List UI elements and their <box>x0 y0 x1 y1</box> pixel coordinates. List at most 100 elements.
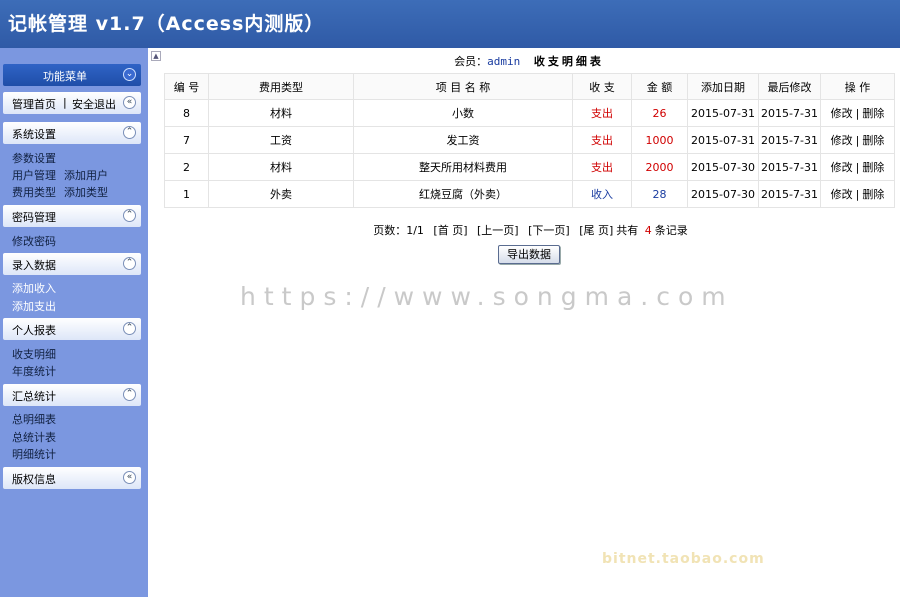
menu-title: 功能菜单 <box>43 70 87 83</box>
sidebar-item-add-income[interactable]: 添加收入 <box>12 280 56 296</box>
logout-link[interactable]: 安全退出 <box>72 96 116 112</box>
top-links-bar: 管理首页 | 安全退出 « <box>3 92 141 114</box>
last-page-link[interactable]: [尾 页] <box>579 224 613 237</box>
cell-kind: 支出 <box>572 99 632 127</box>
app-header: 记帐管理 v1.7（Access内测版） <box>0 0 900 48</box>
page-count: 页数：1/1 <box>373 224 424 237</box>
sidebar-item-users[interactable]: 用户管理 <box>12 167 56 183</box>
group-data-entry[interactable]: 录入数据 ⌃ <box>3 253 141 275</box>
action-divider: | <box>855 107 860 120</box>
edit-link[interactable]: 修改 <box>831 132 853 148</box>
next-page-link[interactable]: [下一页] <box>528 224 570 237</box>
cell-added: 2015-07-30 <box>687 153 759 181</box>
cell-added: 2015-07-31 <box>687 99 759 127</box>
cell-name: 红烧豆腐（外卖） <box>353 180 573 208</box>
chevron-up-icon[interactable]: ⌃ <box>123 126 136 139</box>
cell-type: 材料 <box>208 99 354 127</box>
table-row: 1 外卖 红烧豆腐（外卖） 收入 28 2015-07-30 2015-7-31… <box>164 180 895 208</box>
prev-page-link[interactable]: [上一页] <box>477 224 519 237</box>
chevron-up-icon[interactable]: ⌃ <box>123 388 136 401</box>
col-actions: 操 作 <box>820 73 895 100</box>
sidebar-menu-header[interactable]: 功能菜单 ⌄ <box>3 64 141 86</box>
sidebar-item-add-type[interactable]: 添加类型 <box>64 184 108 200</box>
chevron-up-icon[interactable]: ⌃ <box>123 209 136 222</box>
col-added: 添加日期 <box>687 73 759 100</box>
sidebar: 功能菜单 ⌄ 管理首页 | 安全退出 « 系统设置 ⌃ 参数设置 用户管理 添加… <box>0 48 148 597</box>
cell-modified: 2015-7-31 <box>758 180 821 208</box>
username: admin <box>487 55 521 68</box>
delete-link[interactable]: 删除 <box>862 132 884 148</box>
group-title: 汇总统计 <box>12 390 56 403</box>
cell-amount: 1000 <box>631 126 688 154</box>
cell-modified: 2015-7-31 <box>758 99 821 127</box>
cell-amount: 26 <box>631 99 688 127</box>
group-title: 版权信息 <box>12 473 56 486</box>
cell-actions: 修改 | 删除 <box>820 153 895 181</box>
group-password[interactable]: 密码管理 ⌃ <box>3 205 141 227</box>
group-title: 密码管理 <box>12 211 56 224</box>
col-kind: 收 支 <box>572 73 632 100</box>
edit-link[interactable]: 修改 <box>831 186 853 202</box>
pagination: 页数：1/1 [首 页] [上一页] [下一页] [尾 页] 共有 4 条记录 <box>164 222 894 238</box>
group-title: 录入数据 <box>12 259 56 272</box>
group-copyright[interactable]: 版权信息 « <box>3 467 141 489</box>
content-area: ▲ 会员：admin 收支明细表 编 号 费用类型 项 目 名 称 收 支 金 … <box>148 48 900 597</box>
cell-actions: 修改 | 删除 <box>820 99 895 127</box>
home-link[interactable]: 管理首页 <box>12 96 56 112</box>
export-button[interactable]: 导出数据 <box>498 245 560 264</box>
sidebar-item-detail[interactable]: 收支明细 <box>12 346 56 362</box>
first-page-link[interactable]: [首 页] <box>433 224 467 237</box>
sidebar-item-yearly[interactable]: 年度统计 <box>12 363 56 379</box>
col-type: 费用类型 <box>208 73 354 100</box>
edit-link[interactable]: 修改 <box>831 159 853 175</box>
action-divider: | <box>855 161 860 174</box>
cell-type: 工资 <box>208 126 354 154</box>
col-id: 编 号 <box>164 73 209 100</box>
cell-kind: 支出 <box>572 126 632 154</box>
delete-link[interactable]: 删除 <box>862 105 884 121</box>
group-personal-reports[interactable]: 个人报表 ⌃ <box>3 318 141 340</box>
cell-kind: 收入 <box>572 180 632 208</box>
sidebar-item-detail-stats[interactable]: 明细统计 <box>12 446 56 462</box>
edit-link[interactable]: 修改 <box>831 105 853 121</box>
divider: | <box>63 96 67 109</box>
sidebar-item-total-stats[interactable]: 总统计表 <box>12 429 56 445</box>
chevron-left-icon[interactable]: « <box>123 471 136 484</box>
scroll-up-icon[interactable]: ▲ <box>151 51 161 61</box>
sidebar-item-add-expense[interactable]: 添加支出 <box>12 298 56 314</box>
sidebar-item-cost-types[interactable]: 费用类型 <box>12 184 56 200</box>
total-suffix: 条记录 <box>654 224 688 237</box>
delete-link[interactable]: 删除 <box>862 186 884 202</box>
cell-name: 整天所用材料费用 <box>353 153 573 181</box>
watermark-url: https://www.songma.com <box>240 282 734 311</box>
delete-link[interactable]: 删除 <box>862 159 884 175</box>
group-summary[interactable]: 汇总统计 ⌃ <box>3 384 141 406</box>
sidebar-item-total-detail[interactable]: 总明细表 <box>12 411 56 427</box>
app-title: 记帐管理 v1.7（Access内测版） <box>8 13 325 35</box>
cell-id: 8 <box>164 99 209 127</box>
cell-id: 1 <box>164 180 209 208</box>
cell-type: 材料 <box>208 153 354 181</box>
member-prefix: 会员： <box>454 55 488 68</box>
cell-id: 7 <box>164 126 209 154</box>
sidebar-item-params[interactable]: 参数设置 <box>12 150 56 166</box>
chevron-up-icon[interactable]: ⌃ <box>123 257 136 270</box>
chevron-left-icon[interactable]: « <box>123 96 136 109</box>
action-divider: | <box>855 188 860 201</box>
action-divider: | <box>855 134 860 147</box>
sidebar-item-add-user[interactable]: 添加用户 <box>64 167 108 183</box>
cell-amount: 2000 <box>631 153 688 181</box>
group-title: 系统设置 <box>12 128 56 141</box>
col-amount: 金 额 <box>631 73 688 100</box>
total-prefix: 共有 <box>616 224 639 237</box>
table-header: 编 号 费用类型 项 目 名 称 收 支 金 额 添加日期 最后修改 操 作 <box>164 73 895 100</box>
cell-kind: 支出 <box>572 153 632 181</box>
chevron-up-icon[interactable]: ⌃ <box>123 322 136 335</box>
cell-actions: 修改 | 删除 <box>820 126 895 154</box>
chevron-down-icon[interactable]: ⌄ <box>123 68 136 81</box>
records-table: 编 号 费用类型 项 目 名 称 收 支 金 额 添加日期 最后修改 操 作 8… <box>164 73 895 208</box>
cell-name: 小数 <box>353 99 573 127</box>
group-system-settings[interactable]: 系统设置 ⌃ <box>3 122 141 144</box>
sidebar-item-change-password[interactable]: 修改密码 <box>12 233 56 249</box>
cell-name: 发工资 <box>353 126 573 154</box>
